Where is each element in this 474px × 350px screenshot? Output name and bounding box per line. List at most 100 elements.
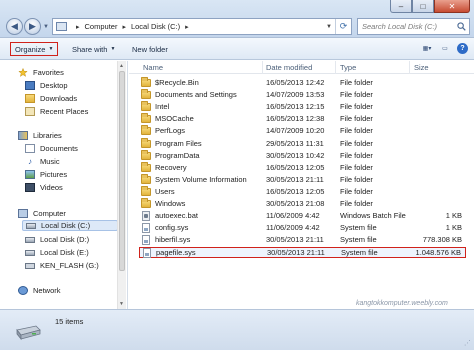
- scrollbar-thumb[interactable]: [119, 71, 125, 271]
- sidebar-item-label: Pictures: [40, 170, 68, 179]
- sidebar-item-local-disk-c[interactable]: Local Disk (C:): [22, 220, 118, 231]
- file-size: 1 KB: [445, 223, 462, 233]
- sidebar-item-label: Desktop: [40, 81, 68, 90]
- file-date-modified: 11/06/2009 4:42: [266, 223, 320, 233]
- computer-group[interactable]: Computer: [18, 208, 66, 219]
- file-row[interactable]: System Volume Information 30/05/2013 21:1…: [139, 173, 466, 186]
- column-divider[interactable]: [335, 61, 336, 74]
- breadcrumb-chevron-icon[interactable]: ▸: [76, 23, 80, 31]
- file-row[interactable]: PerfLogs 14/07/2009 10:20 File folder: [139, 125, 466, 137]
- folder-icon: [141, 77, 151, 87]
- breadcrumb-local-disk[interactable]: Local Disk (C:): [131, 22, 180, 31]
- documents-icon: [25, 144, 35, 153]
- address-bar[interactable]: ▸ Computer ▸ Local Disk (C:) ▸ ▼ ⟳: [52, 18, 352, 35]
- folder-icon: [141, 113, 151, 124]
- sidebar-item-pictures[interactable]: Pictures: [25, 169, 67, 180]
- network-group[interactable]: Network: [18, 285, 61, 296]
- address-dropdown-icon[interactable]: ▼: [323, 24, 335, 30]
- search-placeholder: Search Local Disk (C:): [362, 22, 438, 31]
- file-row[interactable]: config.sys 11/06/2009 4:42 System file 1 KB: [139, 223, 466, 234]
- file-name: Users: [155, 186, 175, 196]
- sidebar-item-recent-places[interactable]: Recent Places: [25, 106, 88, 117]
- file-row[interactable]: ProgramData 30/05/2013 10:42 File folder: [139, 149, 466, 162]
- file-name: Windows: [155, 199, 186, 208]
- system-file-icon: [142, 223, 150, 234]
- column-header-size[interactable]: Size: [414, 63, 429, 72]
- file-row[interactable]: autoexec.bat 11/06/2009 4:42 Windows Batch…: [139, 211, 466, 222]
- usb-drive-icon: [25, 262, 35, 269]
- file-type: File folder: [340, 174, 373, 184]
- file-row[interactable]: Intel 16/05/2013 12:15 File folder: [139, 101, 466, 113]
- organize-button[interactable]: Organize ▼: [10, 42, 59, 56]
- file-row[interactable]: MSOCache 16/05/2013 12:38 File folder: [139, 113, 466, 125]
- sidebar-item-documents[interactable]: Documents: [25, 143, 78, 154]
- libraries-label: Libraries: [33, 131, 62, 140]
- maximize-button[interactable]: □: [412, 0, 434, 13]
- file-type: Windows Batch File: [340, 211, 406, 221]
- file-date-modified: 16/05/2013 12:42: [266, 78, 325, 87]
- folder-icon: [141, 198, 151, 208]
- sidebar-item-label: Local Disk (D:): [40, 235, 90, 244]
- file-date-modified: 30/05/2013 21:11: [266, 174, 324, 184]
- libraries-group[interactable]: Libraries: [18, 130, 62, 141]
- sidebar-item-videos[interactable]: Videos: [25, 182, 63, 193]
- network-label: Network: [33, 286, 61, 295]
- back-button[interactable]: ◀: [6, 18, 23, 35]
- file-row[interactable]: hiberfil.sys 30/05/2013 21:11 System file 7…: [139, 235, 466, 246]
- breadcrumb-computer[interactable]: Computer: [85, 22, 118, 31]
- column-divider[interactable]: [409, 61, 410, 74]
- sidebar-item-ken-flash[interactable]: KEN_FLASH (G:): [25, 260, 99, 271]
- resize-grip-icon[interactable]: ⋰: [464, 339, 471, 347]
- search-icon[interactable]: [457, 22, 466, 31]
- scroll-up-icon[interactable]: ▲: [119, 63, 124, 69]
- sidebar-item-local-disk-d[interactable]: Local Disk (D:): [25, 234, 89, 245]
- column-divider[interactable]: [262, 61, 263, 74]
- preview-pane-icon[interactable]: ▭: [439, 43, 451, 54]
- scroll-down-icon[interactable]: ▼: [119, 301, 124, 307]
- column-header-type[interactable]: Type: [340, 63, 356, 72]
- minimize-button[interactable]: –: [390, 0, 412, 13]
- file-row[interactable]: Recovery 16/05/2013 12:05 File folder: [139, 161, 466, 174]
- file-size: 778.308 KB: [422, 235, 462, 245]
- file-name: Recovery: [155, 162, 187, 172]
- breadcrumb-chevron-icon[interactable]: ▸: [185, 23, 189, 31]
- downloads-icon: [25, 94, 35, 103]
- search-input[interactable]: Search Local Disk (C:): [357, 18, 470, 35]
- share-with-button[interactable]: Share with ▼: [68, 42, 119, 56]
- new-folder-button[interactable]: New folder: [128, 42, 172, 56]
- file-date-modified: 14/07/2009 13:53: [266, 90, 325, 100]
- column-header-date[interactable]: Date modified: [266, 63, 312, 72]
- file-name: PerfLogs: [155, 126, 186, 136]
- forward-button[interactable]: ▶: [24, 18, 41, 35]
- sidebar-item-downloads[interactable]: Downloads: [25, 93, 77, 104]
- help-icon[interactable]: ?: [457, 43, 468, 54]
- file-row[interactable]: $Recycle.Bin 16/05/2013 12:42 File folder: [139, 77, 466, 89]
- sidebar-item-label: Downloads: [40, 94, 78, 103]
- breadcrumb-chevron-icon[interactable]: ▸: [122, 23, 126, 31]
- network-icon: [18, 286, 28, 295]
- refresh-icon[interactable]: ⟳: [335, 19, 351, 34]
- file-date-modified: 29/05/2013 11:31: [266, 138, 324, 148]
- favorites-group[interactable]: Favorites: [18, 67, 64, 78]
- file-row[interactable]: pagefile.sys 30/05/2013 21:11 System file 1…: [139, 247, 466, 259]
- file-type: File folder: [340, 186, 373, 196]
- close-button[interactable]: ✕: [434, 0, 470, 13]
- sidebar-item-local-disk-e[interactable]: Local Disk (E:): [25, 247, 89, 258]
- file-date-modified: 16/05/2013 12:05: [266, 186, 325, 196]
- view-options-icon[interactable]: ▦▾: [421, 43, 433, 54]
- sidebar-item-music[interactable]: ♪ Music: [25, 156, 60, 167]
- recent-pages-dropdown[interactable]: ▼: [43, 24, 49, 30]
- file-row[interactable]: Users 16/05/2013 12:05 File folder: [139, 185, 466, 198]
- folder-icon: [141, 185, 151, 196]
- sidebar-item-desktop[interactable]: Desktop: [25, 80, 68, 91]
- file-type: File folder: [340, 162, 373, 172]
- sidebar-scrollbar[interactable]: ▲ ▼: [117, 61, 126, 309]
- file-date-modified: 14/07/2009 10:20: [266, 126, 325, 136]
- sidebar-item-label: Local Disk (E:): [40, 248, 89, 257]
- file-row[interactable]: Windows 30/05/2013 21:08 File folder: [139, 198, 466, 210]
- column-header-name[interactable]: Name: [143, 63, 163, 72]
- file-row[interactable]: Documents and Settings 14/07/2009 13:53 Fi…: [139, 89, 466, 101]
- file-list-pane: Name Date modified Type Size $Recycle.Bi…: [129, 61, 474, 309]
- window-top-bar: – □ ✕ ◀ ▶ ▼ ▸ Computer ▸ Local Disk (C:)…: [0, 0, 474, 38]
- file-row[interactable]: Program Files 29/05/2013 11:31 File folder: [139, 137, 466, 150]
